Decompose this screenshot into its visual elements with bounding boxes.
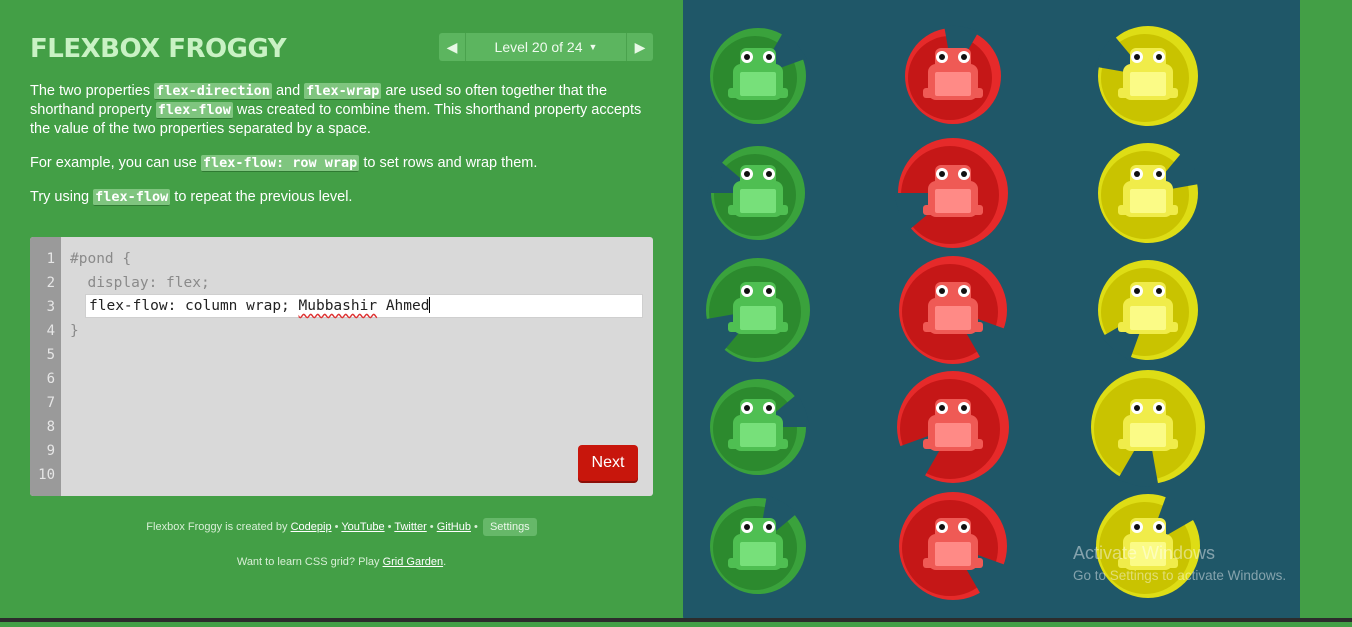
code-line-1: #pond { [70,251,132,267]
yellow-lilypad-frog [1094,26,1198,126]
watermark-subtitle: Go to Settings to activate Windows. [1073,568,1287,583]
yellow-lilypad-frog [1098,143,1202,243]
line-number-gutter: 1 2 3 4 5 6 7 8 9 10 [30,237,61,496]
windows-activation-watermark: Activate Windows Go to Settings to activ… [1073,543,1286,583]
instruction-text: Try using [30,189,94,205]
footer-separator: • [470,521,481,533]
watermark-title: Activate Windows [1073,543,1216,563]
line-number: 8 [46,419,55,435]
line-number: 3 [46,299,55,315]
taskbar-edge [0,618,1352,622]
code-editor: 1 2 3 4 5 6 7 8 9 10 #pond { display: fl… [30,237,653,496]
instructions: The two properties flex-direction and fl… [30,82,660,222]
instruction-text: The two properties [30,83,155,99]
level-label: Level 20 of 24 [494,39,583,55]
green-lilypad-frog [707,146,805,240]
red-lilypad-frog [899,256,1008,364]
twitter-link[interactable]: Twitter [394,521,426,533]
green-lilypad-frog [702,258,810,362]
previous-level-button[interactable]: ◀ [439,33,466,61]
github-link[interactable]: GitHub [437,521,471,533]
red-lilypad-frog [905,24,1001,124]
line-number: 6 [46,371,55,387]
yellow-lilypad-frog [1098,260,1198,361]
level-selector: ◀ Level 20 of 24 ▼ ▶ [439,33,653,61]
next-button[interactable]: Next [578,445,638,481]
line-number: 2 [46,275,55,291]
line-number: 10 [38,467,55,483]
pond-board [683,0,1300,622]
instruction-text: and [271,83,305,99]
css-answer-input[interactable]: flex-flow: column wrap; Mubbashir Ahmed [85,294,643,318]
settings-button[interactable]: Settings [482,518,537,536]
footer-separator: • [384,521,395,533]
code-line-4: } [70,323,79,339]
level-dropdown[interactable]: Level 20 of 24 ▼ [466,33,626,61]
line-number: 1 [46,251,55,267]
instruction-text: For example, you can use [30,155,201,171]
youtube-link[interactable]: YouTube [341,521,384,533]
line-number: 5 [46,347,55,363]
footer-text: . [443,556,447,568]
next-level-button[interactable]: ▶ [626,33,653,61]
chevron-left-icon: ◀ [446,38,458,55]
line-number: 4 [46,323,55,339]
instruction-text: to set rows and wrap them. [359,155,538,171]
pond-svg [702,24,1205,600]
footer-separator: • [331,521,342,533]
code-keyword: flex-flow: row wrap [200,155,360,172]
instruction-paragraph-2: For example, you can use flex-flow: row … [30,154,660,173]
input-text: flex-flow: column wrap; [89,298,299,314]
green-lilypad-frog [710,494,806,594]
code-line-2: display: flex; [70,275,210,291]
code-keyword: flex-direction [154,83,272,100]
footer-credits: Flexbox Froggy is created by Codepip • Y… [0,518,683,536]
grid-garden-link[interactable]: Grid Garden [383,556,444,568]
code-keyword: flex-flow [155,102,233,119]
codepip-link[interactable]: Codepip [291,521,332,533]
input-text: Ahmed [377,298,430,314]
footer-text: Flexbox Froggy is created by [146,521,291,533]
yellow-lilypad-frog [1091,370,1205,488]
instruction-text: to repeat the previous level. [170,189,353,205]
red-lilypad-frog [899,492,1008,600]
code-keyword: flex-flow [93,189,171,206]
instructions-panel: FLEXBOX FROGGY ◀ Level 20 of 24 ▼ ▶ The … [0,0,683,622]
spellcheck-word: Mubbashir [298,298,378,314]
chevron-right-icon: ▶ [634,38,646,55]
instruction-paragraph-1: The two properties flex-direction and fl… [30,82,660,139]
green-lilypad-frog [710,28,807,124]
instruction-paragraph-3: Try using flex-flow to repeat the previo… [30,188,660,207]
footer-separator: • [426,521,437,533]
code-keyword: flex-wrap [304,83,382,100]
red-lilypad-frog [894,138,1008,248]
footer-text: Want to learn CSS grid? Play [236,556,383,568]
footer-grid-garden: Want to learn CSS grid? Play Grid Garden… [0,556,683,568]
app-title: FLEXBOX FROGGY [30,34,287,64]
line-number: 9 [46,443,55,459]
green-lilypad-frog [710,379,810,475]
red-lilypad-frog [896,371,1009,483]
text-cursor [429,297,431,313]
right-margin [1300,0,1352,622]
line-number: 7 [46,395,55,411]
caret-down-icon: ▼ [588,42,598,52]
